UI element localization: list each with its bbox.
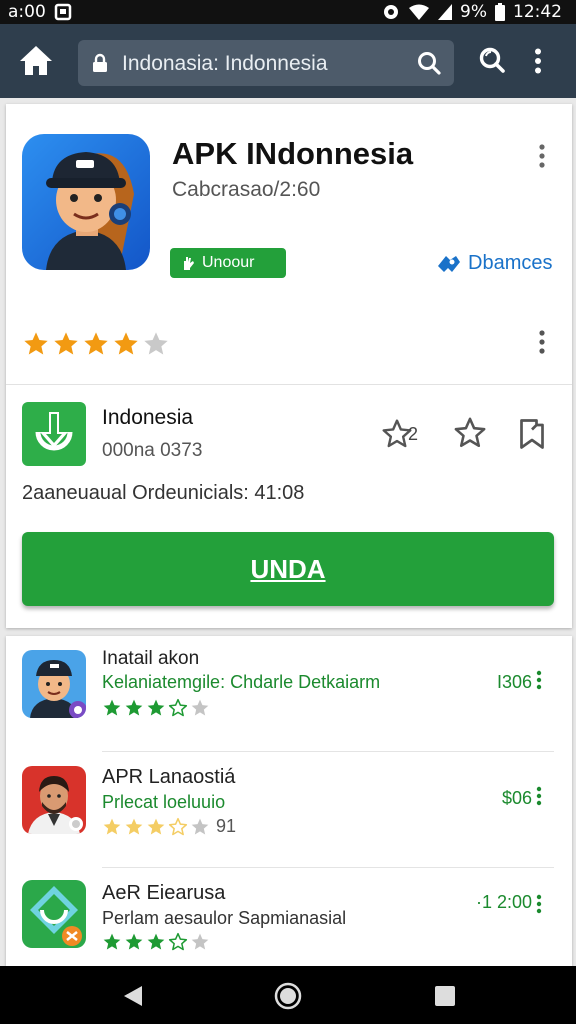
recents-icon[interactable]: [434, 985, 456, 1007]
star-filled-icon: [103, 933, 121, 950]
developer-icon: [436, 254, 462, 274]
list-item-title: AeR Eiearusa: [102, 882, 226, 904]
app-thumbnail: [22, 650, 86, 718]
divider: [6, 384, 572, 385]
more-options-icon[interactable]: [538, 144, 546, 168]
download-info: 2aaneuaual Ordeunicials: 41:08: [22, 482, 305, 504]
status-bar: a:00 9% 12:42: [0, 0, 576, 24]
star-filled-icon: [103, 699, 121, 716]
list-item-price: ·1 2:00: [475, 892, 532, 912]
rate-count: 2: [408, 423, 419, 444]
category-chip[interactable]: Unoour: [170, 248, 286, 278]
star-filled-icon: [147, 818, 165, 834]
install-button[interactable]: UNDA: [22, 532, 554, 606]
star-filled-icon: [54, 332, 78, 355]
list-item-subtitle: Prlecat loeluuio: [102, 792, 226, 812]
list-item-stars: [102, 698, 210, 718]
list-item-price: $06: [501, 788, 532, 808]
developer-label: Dbamces: [468, 252, 553, 274]
star-filled-icon: [84, 332, 108, 355]
hand-icon: [180, 255, 196, 271]
alarm-icon: [382, 3, 400, 21]
download-name: Indonesia: [102, 406, 194, 429]
download-app-icon: [22, 402, 86, 466]
back-icon[interactable]: [122, 984, 144, 1008]
lock-icon: [92, 53, 108, 73]
status-time-left: a:00: [8, 2, 46, 22]
star-filled-icon: [147, 933, 165, 950]
system-nav-bar: [0, 966, 576, 1024]
browser-toolbar: Indonasia: Indonnesia: [0, 24, 576, 98]
star-empty-icon: [168, 817, 188, 835]
signal-icon: [438, 4, 453, 20]
list-item-title: Inatail akon: [102, 648, 200, 669]
list-item-subtitle: Perlam aesaulor Sapmianasial: [102, 908, 347, 928]
star-filled-icon: [147, 699, 165, 716]
star-filled-icon: [191, 933, 209, 950]
list-item-stars: [102, 932, 210, 952]
star-filled-icon: [114, 332, 138, 355]
notification-icon: [54, 3, 72, 21]
list-item-more-icon[interactable]: [536, 786, 542, 806]
list-item-more-icon[interactable]: [536, 670, 542, 690]
app-icon: [22, 134, 150, 270]
star-filled-icon: [191, 818, 209, 834]
app-title: APK INdonnesia: [172, 136, 414, 171]
star-filled-icon: [125, 699, 143, 716]
rate-button[interactable]: 2: [380, 418, 418, 450]
search-button-icon[interactable]: [478, 46, 506, 74]
related-apps-card: Inatail akon Kelaniatemgile: Chdarle Det…: [6, 636, 572, 966]
list-item-price: I306: [496, 672, 532, 692]
url-text: Indonasia: Indonnesia: [122, 52, 328, 75]
star-filled-icon: [191, 699, 209, 716]
list-item[interactable]: Inatail akon Kelaniatemgile: Chdarle Det…: [6, 636, 572, 752]
home-nav-icon[interactable]: [274, 982, 302, 1010]
star-filled-icon: [144, 332, 168, 355]
wifi-icon: [408, 4, 430, 20]
home-icon[interactable]: [16, 44, 56, 78]
app-detail-card: APK INdonnesia Cabcrasao/2:60 Unoour Dba…: [6, 104, 572, 628]
star-filled-icon: [125, 818, 143, 834]
download-code: 000na 0373: [102, 440, 203, 461]
star-empty-icon: [168, 698, 188, 717]
list-item-more-icon[interactable]: [536, 894, 542, 914]
list-item-subtitle: Kelaniatemgile: Chdarle Detkaiarm: [102, 672, 381, 692]
app-thumbnail: [22, 880, 86, 948]
star-filled-icon: [125, 933, 143, 950]
bookmark-icon[interactable]: [514, 416, 550, 452]
rating-more-icon[interactable]: [538, 330, 546, 354]
star-filled-icon: [103, 818, 121, 834]
category-chip-label: Unoour: [202, 254, 255, 271]
star-empty-icon: [168, 932, 188, 951]
favorite-star-icon[interactable]: [452, 416, 488, 450]
battery-icon: [495, 3, 505, 21]
developer-link[interactable]: Dbamces: [436, 252, 552, 275]
list-item-stars: 91: [102, 816, 236, 837]
status-time-right: 12:42: [513, 2, 562, 22]
list-item-rating-count: 91: [216, 816, 237, 836]
battery-text: 9%: [460, 2, 487, 22]
overflow-menu-icon[interactable]: [534, 48, 542, 74]
app-subtitle: Cabcrasao/2:60: [172, 178, 321, 201]
app-thumbnail: [22, 766, 86, 834]
list-item[interactable]: APR Lanaostiá Prlecat loeluuio 91 $06: [6, 752, 572, 868]
app-rating-stars: [22, 330, 170, 358]
search-icon[interactable]: [416, 50, 442, 76]
url-bar[interactable]: Indonasia: Indonnesia: [78, 40, 454, 86]
list-item-title: APR Lanaostiá: [102, 766, 236, 788]
star-filled-icon: [24, 332, 48, 355]
